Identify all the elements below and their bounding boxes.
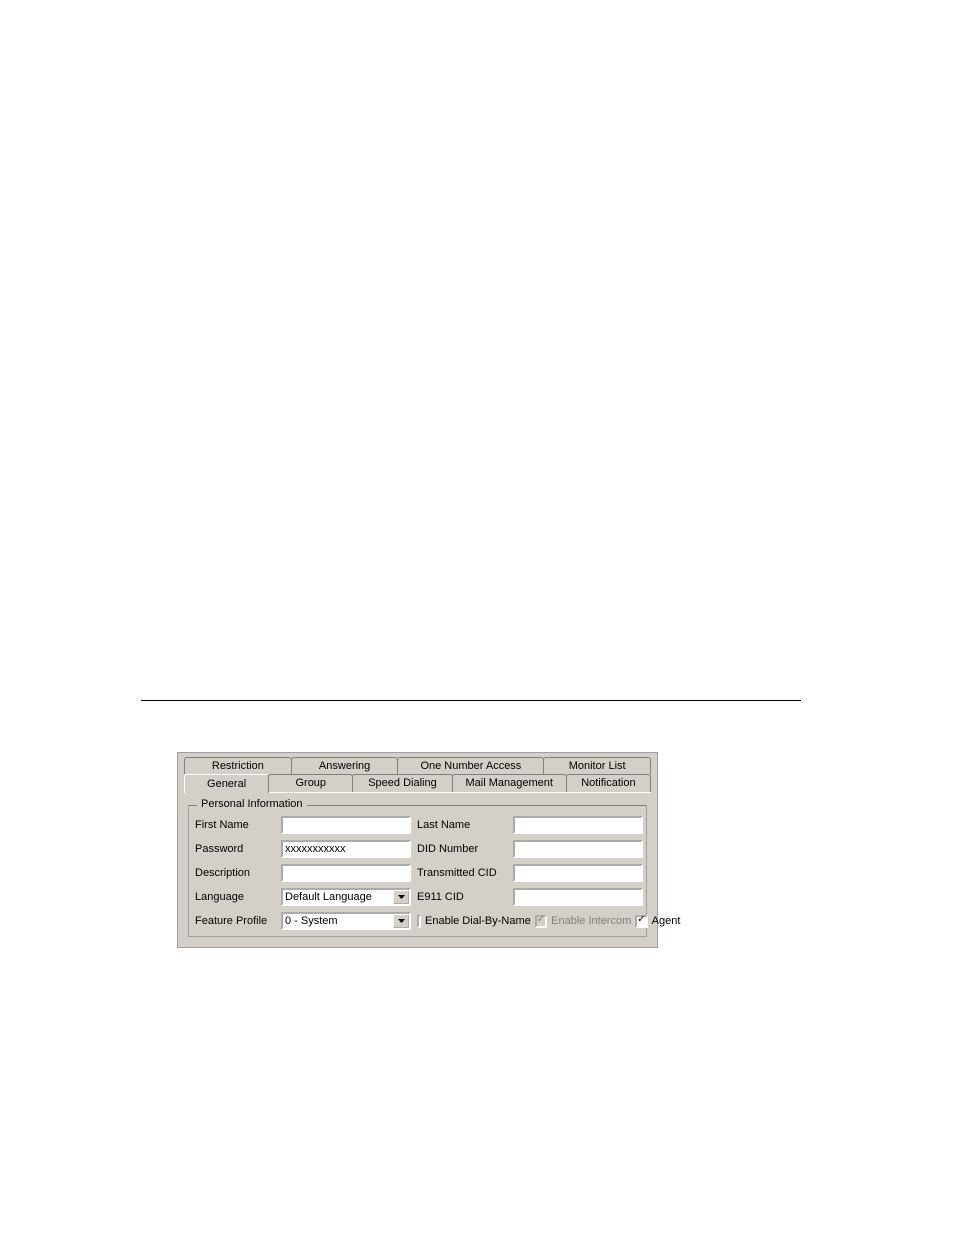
feature-profile-label: Feature Profile xyxy=(195,915,275,927)
description-label: Description xyxy=(195,867,275,879)
e911-cid-label: E911 CID xyxy=(417,891,507,903)
chevron-down-icon[interactable] xyxy=(393,914,409,928)
feature-profile-select-value: 0 - System xyxy=(283,915,393,927)
transmitted-cid-field[interactable] xyxy=(513,864,643,882)
tab-row-back: Restriction Answering One Number Access … xyxy=(184,757,651,774)
agent-checkbox[interactable] xyxy=(635,915,647,928)
password-field[interactable] xyxy=(281,840,411,858)
tab-page-general: Personal Information First Name Last Nam… xyxy=(184,792,651,941)
transmitted-cid-label: Transmitted CID xyxy=(417,867,507,879)
language-select-value: Default Language xyxy=(283,891,393,903)
tab-general[interactable]: General xyxy=(184,774,269,793)
config-panel: Restriction Answering One Number Access … xyxy=(177,752,658,948)
language-label: Language xyxy=(195,891,275,903)
enable-intercom-checkbox xyxy=(535,915,547,928)
groupbox-legend: Personal Information xyxy=(197,798,307,810)
enable-dial-by-name-checkbox[interactable] xyxy=(417,915,421,928)
tab-strip: Restriction Answering One Number Access … xyxy=(178,753,657,792)
tab-monitor-list[interactable]: Monitor List xyxy=(543,757,651,774)
e911-cid-field[interactable] xyxy=(513,888,643,906)
did-number-label: DID Number xyxy=(417,843,507,855)
first-name-field[interactable] xyxy=(281,816,411,834)
tab-answering[interactable]: Answering xyxy=(291,757,399,774)
tab-notification[interactable]: Notification xyxy=(566,774,651,792)
password-label: Password xyxy=(195,843,275,855)
feature-profile-select[interactable]: 0 - System xyxy=(281,912,411,930)
last-name-field[interactable] xyxy=(513,816,643,834)
did-number-field[interactable] xyxy=(513,840,643,858)
checkbox-row: Enable Dial-By-Name Enable Intercom Agen… xyxy=(417,915,643,928)
tab-restriction[interactable]: Restriction xyxy=(184,757,292,774)
section-divider xyxy=(141,700,801,701)
tab-speed-dialing[interactable]: Speed Dialing xyxy=(352,774,452,792)
description-field[interactable] xyxy=(281,864,411,882)
enable-dial-by-name-label: Enable Dial-By-Name xyxy=(425,915,531,927)
tab-group[interactable]: Group xyxy=(268,774,353,792)
enable-intercom-label: Enable Intercom xyxy=(551,915,631,927)
personal-info-form: First Name Last Name Password DID Number… xyxy=(195,816,640,930)
tab-row-front: General Group Speed Dialing Mail Managem… xyxy=(184,774,651,792)
last-name-label: Last Name xyxy=(417,819,507,831)
language-select[interactable]: Default Language xyxy=(281,888,411,906)
chevron-down-icon[interactable] xyxy=(393,890,409,904)
personal-information-group: Personal Information First Name Last Nam… xyxy=(188,805,647,937)
tab-mail-management[interactable]: Mail Management xyxy=(452,774,567,792)
agent-label: Agent xyxy=(652,915,681,927)
first-name-label: First Name xyxy=(195,819,275,831)
tab-one-number-access[interactable]: One Number Access xyxy=(397,757,544,774)
